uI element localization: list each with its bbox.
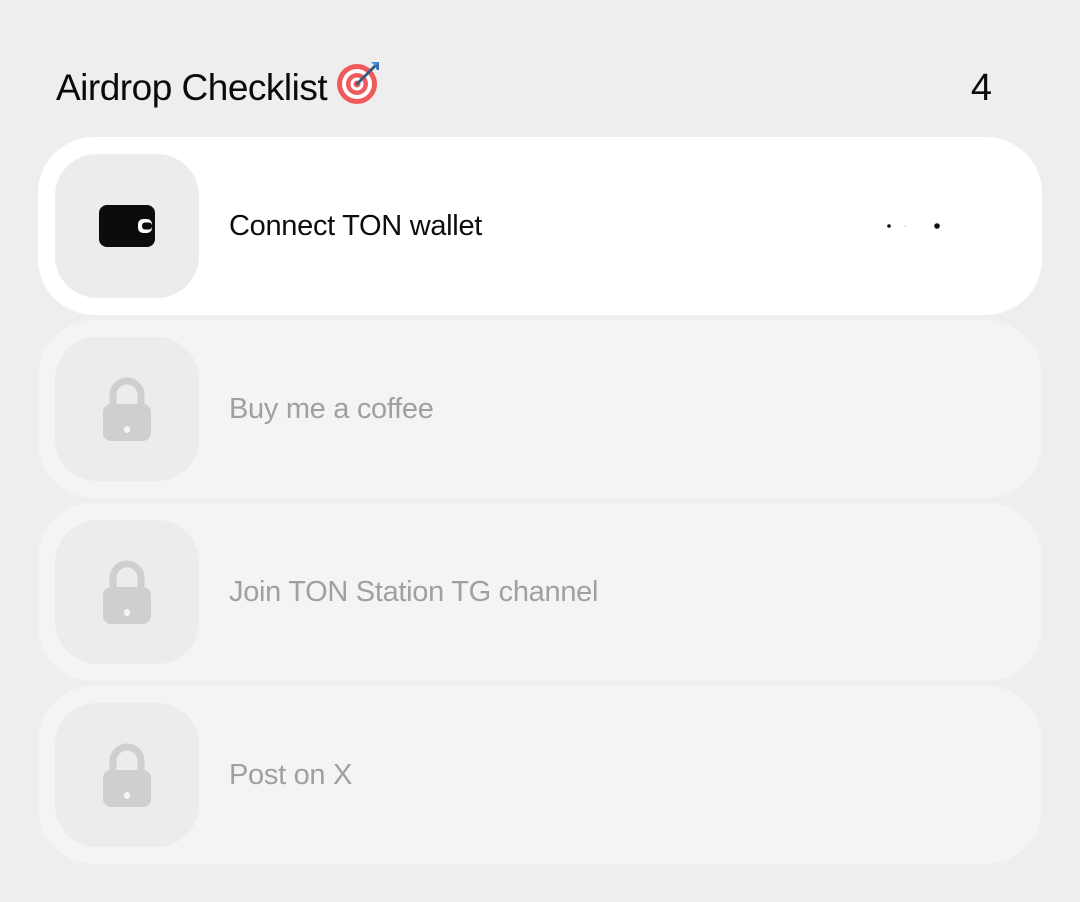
task-buy-coffee[interactable]: Buy me a coffee	[38, 320, 1042, 498]
loading-dots-icon	[887, 223, 940, 229]
task-icon-box	[55, 703, 199, 847]
task-label: Connect TON wallet	[229, 209, 483, 242]
page-title: Airdrop Checklist	[56, 67, 328, 108]
lock-icon	[103, 743, 151, 807]
target-dart-icon	[337, 62, 380, 104]
task-icon-box	[55, 337, 199, 481]
task-icon-box	[55, 520, 199, 664]
task-post-on-x[interactable]: Post on X	[38, 686, 1042, 864]
lock-icon	[103, 560, 151, 624]
task-list: Connect TON wallet Buy me a coffee Join …	[38, 137, 1042, 869]
wallet-icon	[99, 205, 155, 247]
checklist-header: Airdrop Checklist 4	[56, 58, 992, 118]
lock-icon	[103, 377, 151, 441]
task-label: Buy me a coffee	[229, 392, 434, 425]
task-label: Join TON Station TG channel	[229, 575, 599, 608]
task-count: 4	[970, 66, 992, 109]
title-wrap: Airdrop Checklist	[56, 62, 383, 112]
task-join-channel[interactable]: Join TON Station TG channel	[38, 503, 1042, 681]
task-connect-wallet[interactable]: Connect TON wallet	[38, 137, 1042, 315]
task-icon-box	[55, 154, 199, 298]
task-label: Post on X	[229, 758, 353, 791]
